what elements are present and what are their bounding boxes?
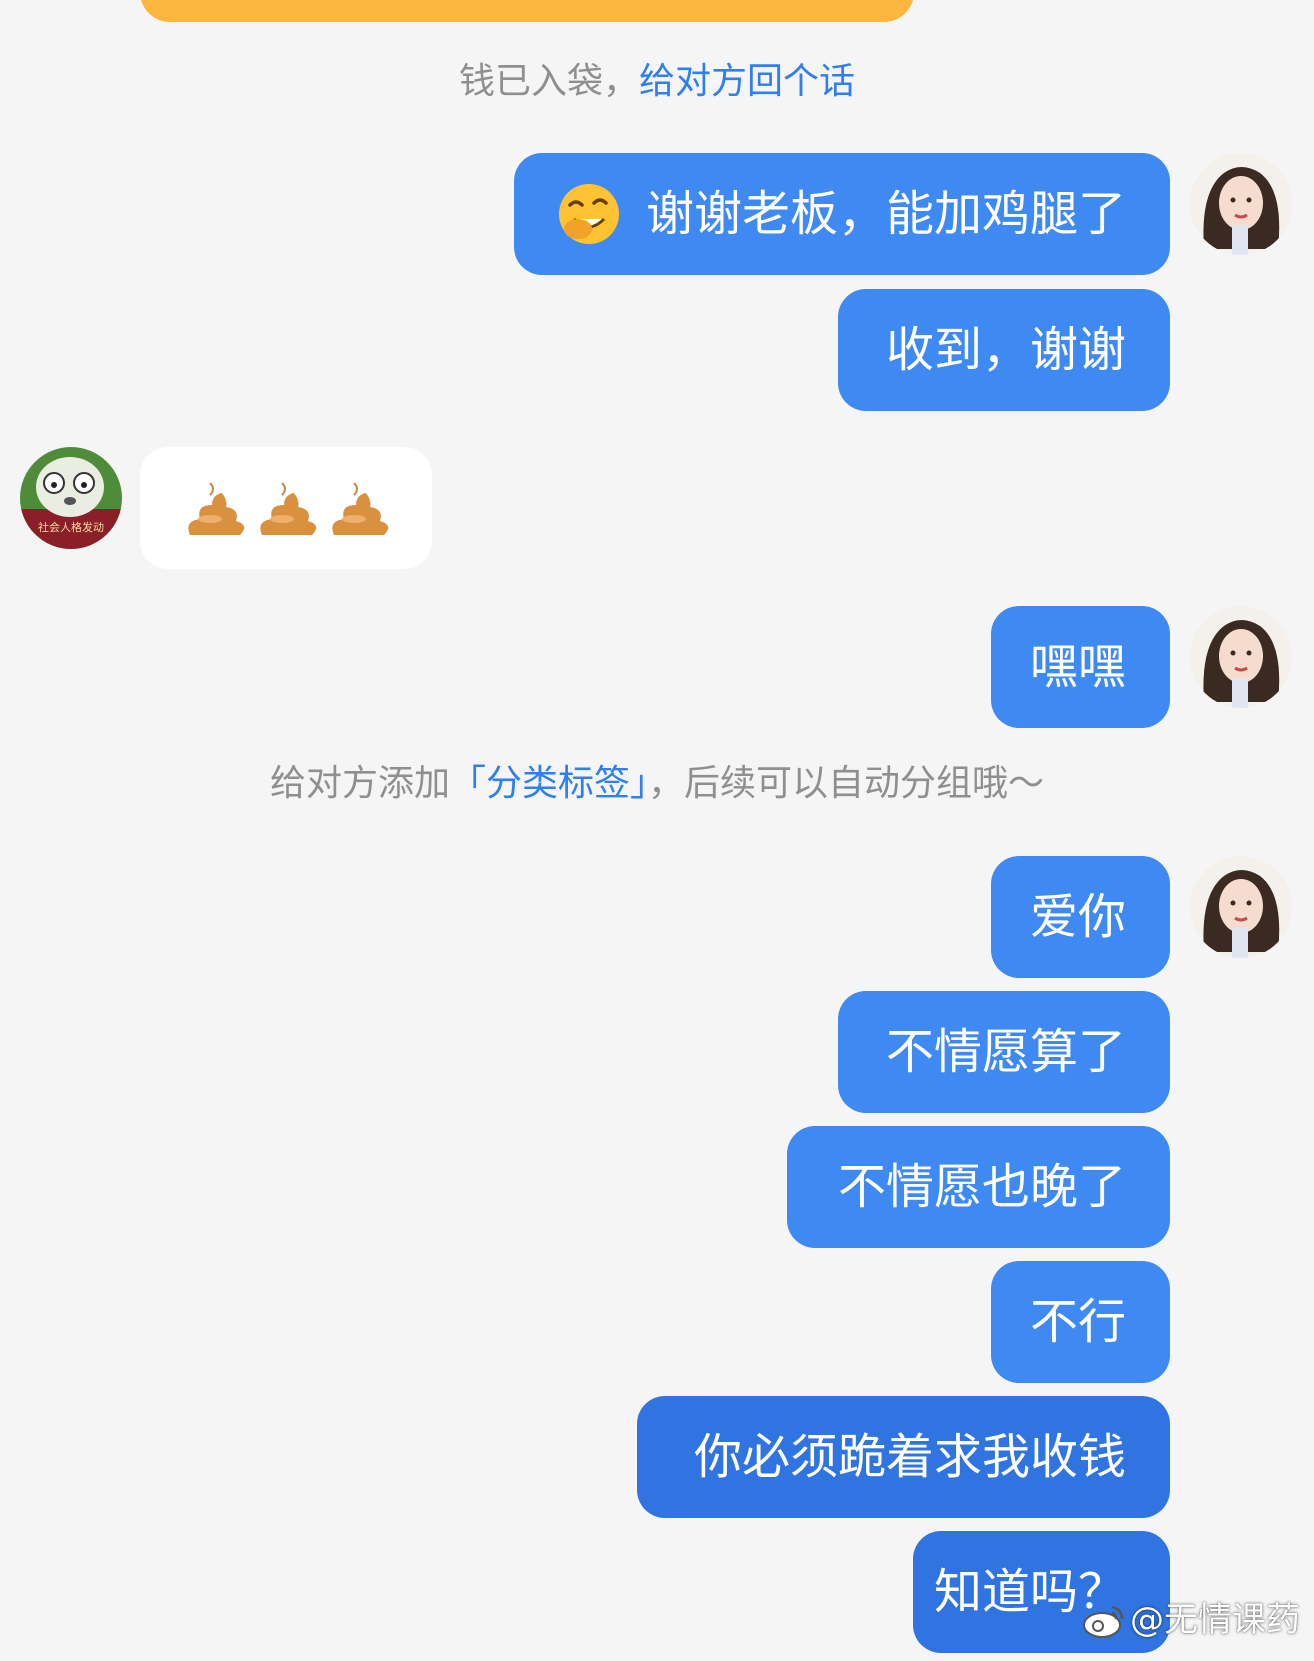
transfer-card[interactable] [140,0,914,22]
received-notice: 钱已入袋，给对方回个话 [0,52,1314,104]
message-text: 谢谢老板，能加鸡腿了 [645,186,1126,242]
message-text: 嘿嘿 [1029,639,1126,695]
message-bubble[interactable]: 不情愿也晚了 [787,1126,1170,1248]
message-text: 不行 [1029,1294,1126,1350]
message-bubble[interactable]: 爱你 [991,856,1170,978]
message-text: 不情愿算了 [885,1024,1126,1080]
tag-hint-prefix: 给对方添加 [269,763,450,804]
message-bubble[interactable]: 不行 [991,1261,1170,1383]
my-avatar[interactable] [1190,856,1292,958]
watermark: @无情课药 [1082,1592,1300,1641]
poop-emoji-icon [188,482,389,535]
message-bubble[interactable]: 你必须跪着求我收钱 [637,1396,1170,1518]
watermark-text: @无情课药 [1130,1600,1300,1640]
covering-mouth-emoji-icon [559,184,619,244]
message-text: 收到，谢谢 [885,322,1126,378]
avatar-badge-text: 社会人格发动 [38,521,104,534]
message-text: 不情愿也晚了 [837,1159,1126,1215]
message-bubble[interactable]: 收到，谢谢 [838,289,1170,411]
my-avatar[interactable] [1190,606,1292,708]
message-bubble[interactable]: 不情愿算了 [838,991,1170,1113]
tag-hint-suffix: ，后续可以自动分组哦～ [648,763,1045,804]
message-bubble[interactable]: 嘿嘿 [991,606,1170,728]
received-notice-text: 钱已入袋， [458,61,639,102]
message-bubble[interactable] [140,447,432,569]
message-text: 爱你 [1029,889,1126,945]
message-bubble[interactable]: 谢谢老板，能加鸡腿了 [514,153,1170,275]
my-avatar[interactable] [1190,153,1292,255]
message-text: 你必须跪着求我收钱 [693,1429,1126,1485]
reply-link[interactable]: 给对方回个话 [639,61,855,102]
category-tag-link[interactable]: 「分类标签」 [450,763,648,804]
contact-avatar[interactable]: 社会人格发动 [20,447,122,549]
weibo-logo-icon [1083,1605,1124,1638]
tag-hint-notice: 给对方添加「分类标签」，后续可以自动分组哦～ [0,754,1314,806]
